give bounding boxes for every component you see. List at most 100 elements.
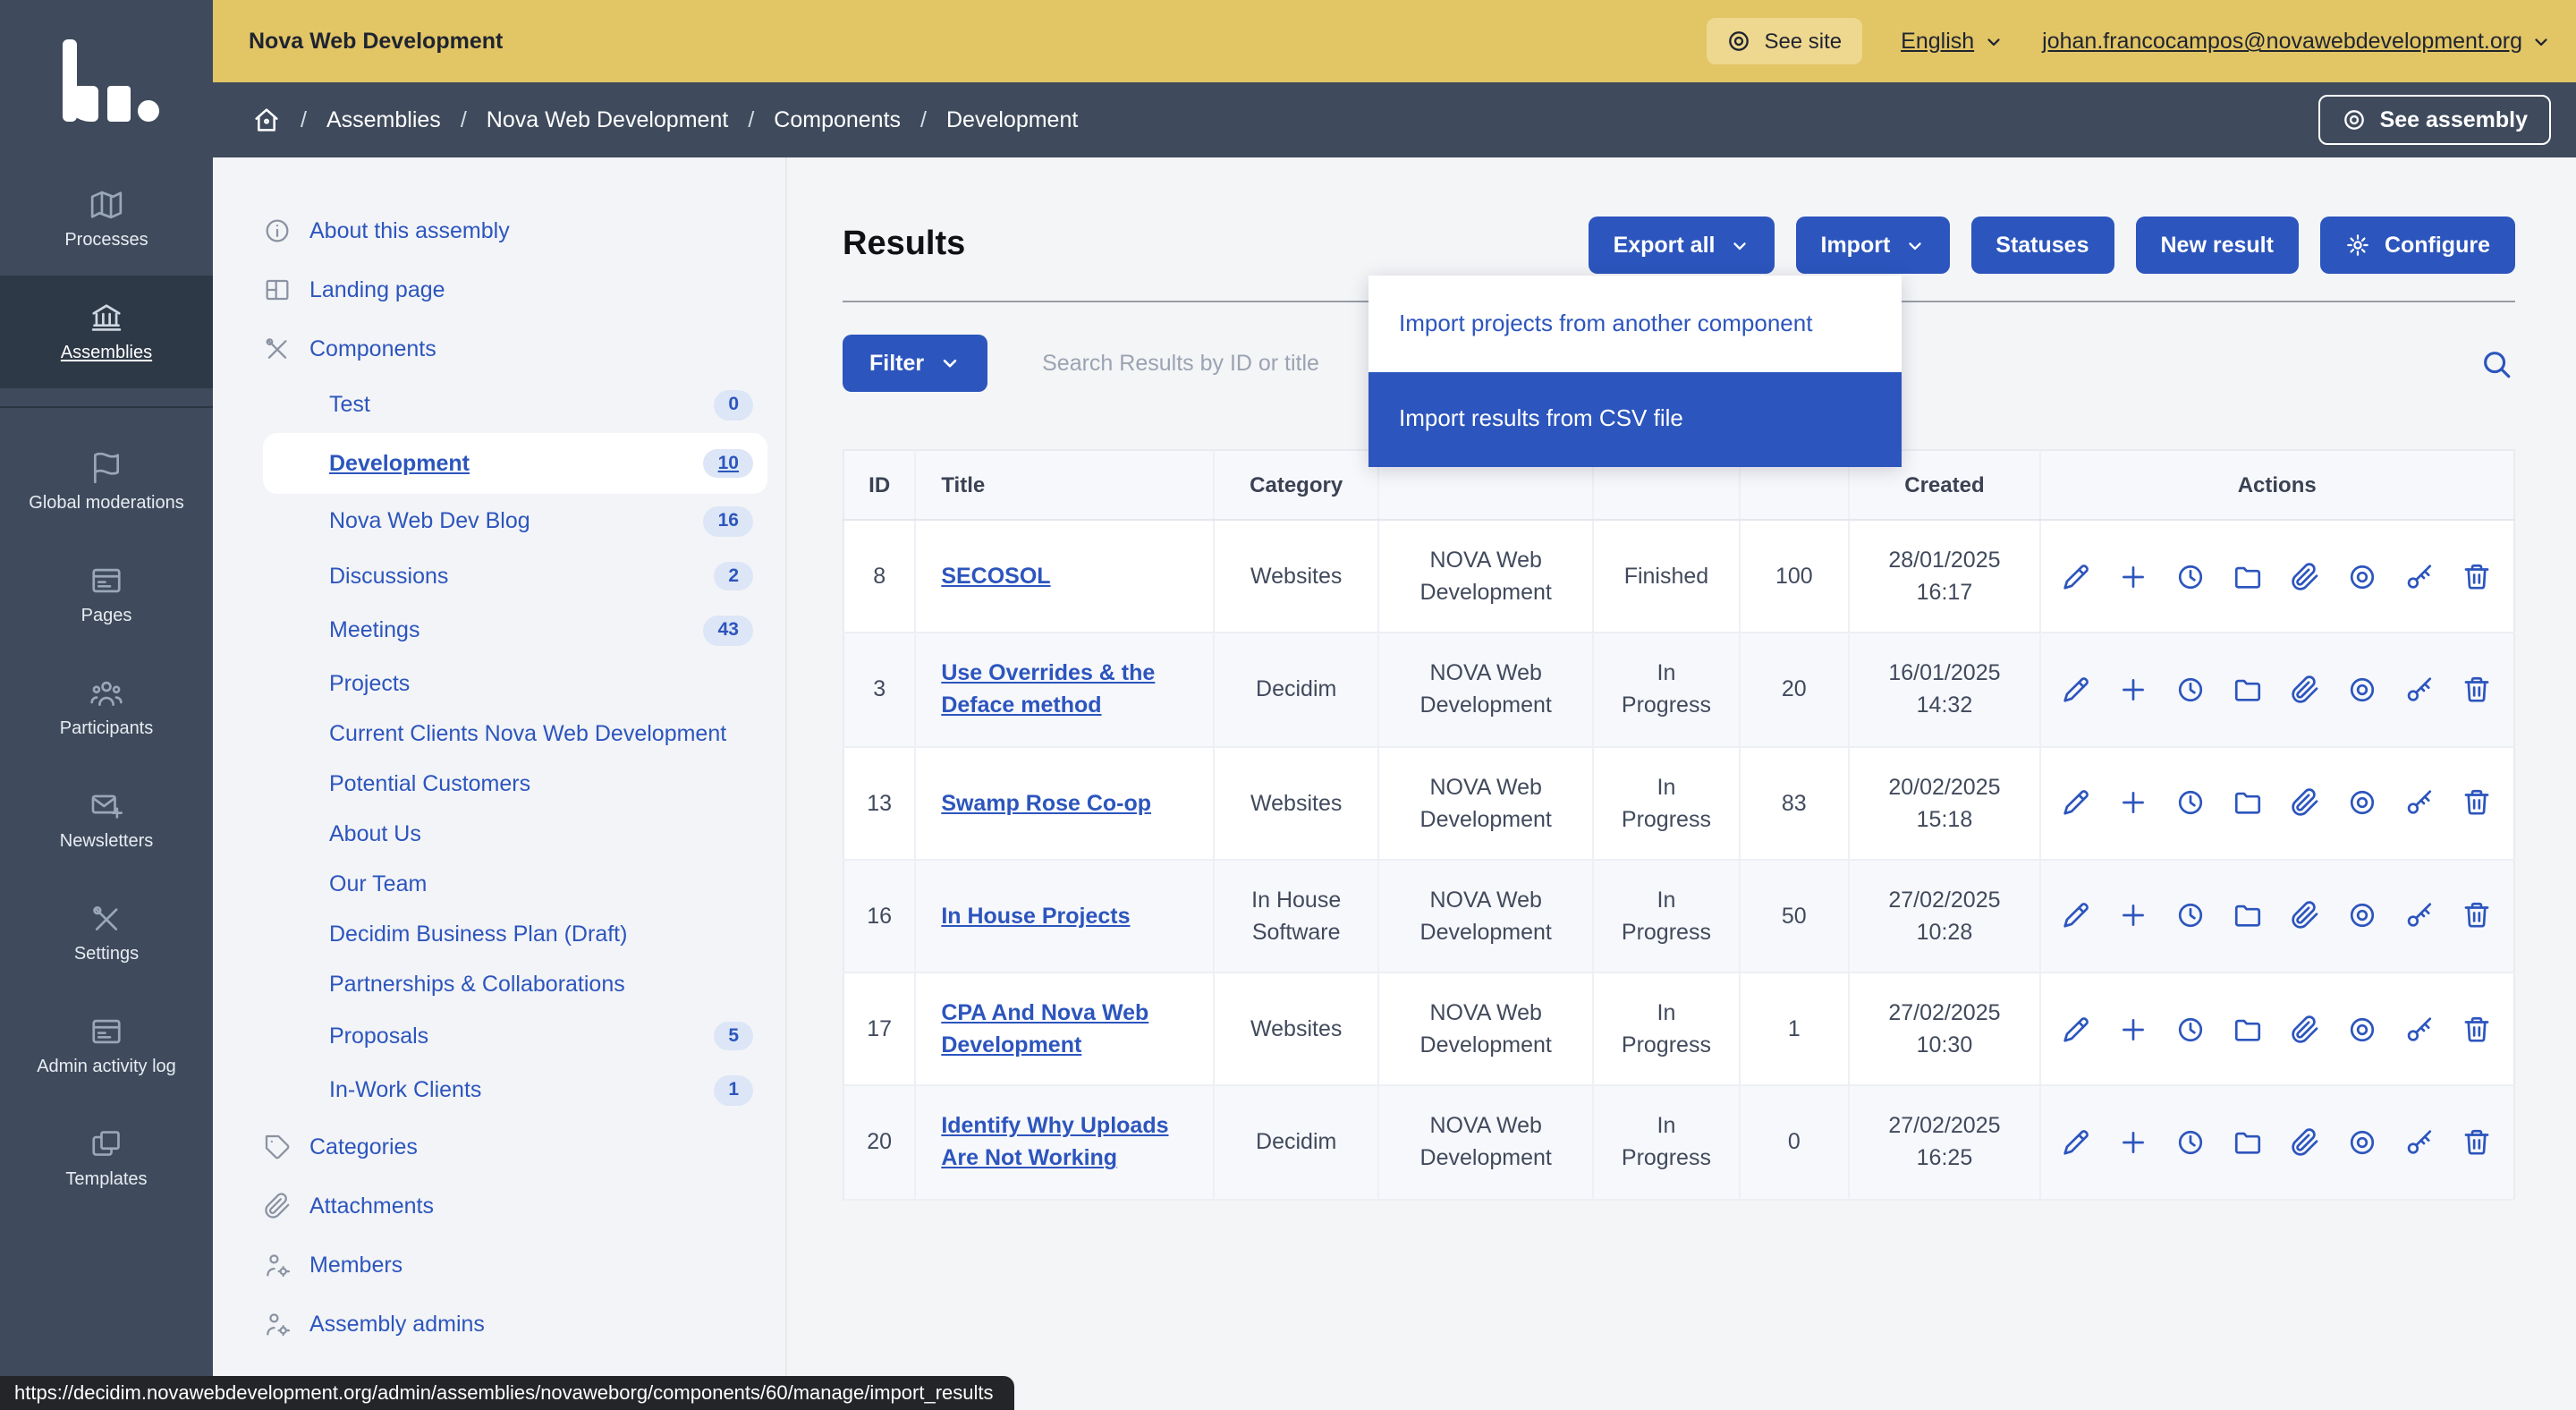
add-icon[interactable] [2119, 901, 2149, 931]
edit-icon[interactable] [2062, 901, 2092, 931]
history-icon[interactable] [2176, 787, 2207, 818]
history-icon[interactable] [2176, 675, 2207, 705]
new-result-button[interactable]: New result [2136, 217, 2299, 274]
permissions-icon[interactable] [2405, 561, 2436, 591]
import-menu-item[interactable]: Import results from CSV file [1368, 372, 1902, 467]
import-menu-item[interactable]: Import projects from another component [1368, 276, 1902, 372]
attachment-icon[interactable] [2291, 561, 2321, 591]
assembly-nav-attachments[interactable]: Attachments [263, 1176, 753, 1236]
assembly-nav-assembly-admins[interactable]: Assembly admins [263, 1295, 753, 1354]
delete-icon[interactable] [2462, 675, 2493, 705]
attachment-icon[interactable] [2291, 675, 2321, 705]
sidebar-item-processes[interactable]: Processes [0, 163, 213, 276]
preview-icon[interactable] [2348, 787, 2378, 818]
preview-icon[interactable] [2348, 675, 2378, 705]
attachment-icon[interactable] [2291, 1127, 2321, 1158]
attachment-icon[interactable] [2291, 1014, 2321, 1044]
edit-icon[interactable] [2062, 1127, 2092, 1158]
breadcrumb-item[interactable]: Components [774, 107, 901, 132]
delete-icon[interactable] [2462, 1127, 2493, 1158]
assembly-nav-decidim-business-plan-draft-[interactable]: Decidim Business Plan (Draft) [263, 908, 753, 958]
preview-icon[interactable] [2348, 561, 2378, 591]
delete-icon[interactable] [2462, 901, 2493, 931]
folder-icon[interactable] [2233, 1014, 2264, 1044]
sidebar-item-templates[interactable]: Templates [0, 1102, 213, 1215]
add-icon[interactable] [2119, 675, 2149, 705]
sidebar-item-participants[interactable]: Participants [0, 651, 213, 764]
statuses-button[interactable]: Statuses [1970, 217, 2114, 274]
add-icon[interactable] [2119, 1127, 2149, 1158]
result-link[interactable]: Identify Why Uploads Are Not Working [941, 1114, 1168, 1171]
assembly-nav-members[interactable]: Members [263, 1236, 753, 1295]
sidebar-item-assemblies[interactable]: Assemblies [0, 276, 213, 388]
assembly-nav-categories[interactable]: Categories [263, 1117, 753, 1176]
history-icon[interactable] [2176, 561, 2207, 591]
edit-icon[interactable] [2062, 561, 2092, 591]
history-icon[interactable] [2176, 901, 2207, 931]
permissions-icon[interactable] [2405, 1127, 2436, 1158]
preview-icon[interactable] [2348, 1014, 2378, 1044]
language-menu[interactable]: English [1901, 29, 2003, 54]
assembly-nav-landing-page[interactable]: Landing page [263, 259, 753, 319]
history-icon[interactable] [2176, 1014, 2207, 1044]
add-icon[interactable] [2119, 561, 2149, 591]
attachment-icon[interactable] [2291, 901, 2321, 931]
assembly-nav-in-work-clients[interactable]: In-Work Clients1 [263, 1063, 753, 1117]
breadcrumb-item[interactable]: Assemblies [326, 107, 441, 132]
sidebar-item-admin-activity-log[interactable]: Admin activity log [0, 990, 213, 1102]
export-all-button[interactable]: Export all [1589, 217, 1775, 274]
folder-icon[interactable] [2233, 561, 2264, 591]
sidebar-item-settings[interactable]: Settings [0, 877, 213, 990]
configure-button[interactable]: Configure [2320, 217, 2515, 274]
assembly-nav-development[interactable]: Development10 [263, 432, 767, 494]
permissions-icon[interactable] [2405, 675, 2436, 705]
assembly-nav-our-team[interactable]: Our Team [263, 858, 753, 908]
preview-icon[interactable] [2348, 1127, 2378, 1158]
assembly-nav-projects[interactable]: Projects [263, 658, 753, 708]
assembly-nav-proposals[interactable]: Proposals5 [263, 1008, 753, 1063]
filter-button[interactable]: Filter [843, 335, 987, 392]
history-icon[interactable] [2176, 1127, 2207, 1158]
home-icon[interactable] [252, 106, 281, 134]
delete-icon[interactable] [2462, 1014, 2493, 1044]
edit-icon[interactable] [2062, 675, 2092, 705]
edit-icon[interactable] [2062, 787, 2092, 818]
assembly-nav-partnerships-collaborations[interactable]: Partnerships & Collaborations [263, 958, 753, 1008]
permissions-icon[interactable] [2405, 787, 2436, 818]
sidebar-item-global-moderations[interactable]: Global moderations [0, 426, 213, 539]
permissions-icon[interactable] [2405, 1014, 2436, 1044]
preview-icon[interactable] [2348, 901, 2378, 931]
sidebar-item-newsletters[interactable]: Newsletters [0, 764, 213, 877]
import-button[interactable]: Import [1796, 217, 1950, 274]
folder-icon[interactable] [2233, 901, 2264, 931]
see-site-button[interactable]: See site [1707, 18, 1861, 64]
delete-icon[interactable] [2462, 561, 2493, 591]
folder-icon[interactable] [2233, 675, 2264, 705]
assembly-nav-nova-web-dev-blog[interactable]: Nova Web Dev Blog16 [263, 494, 753, 548]
add-icon[interactable] [2119, 787, 2149, 818]
add-icon[interactable] [2119, 1014, 2149, 1044]
breadcrumb-item[interactable]: Nova Web Development [487, 107, 729, 132]
result-link[interactable]: CPA And Nova Web Development [941, 1000, 1148, 1058]
assembly-nav-test[interactable]: Test0 [263, 378, 753, 432]
assembly-nav-about-this-assembly[interactable]: About this assembly [263, 200, 753, 259]
edit-icon[interactable] [2062, 1014, 2092, 1044]
result-link[interactable]: Use Overrides & the Deface method [941, 661, 1155, 718]
assembly-nav-current-clients-nova-web-development[interactable]: Current Clients Nova Web Development [263, 708, 753, 758]
result-link[interactable]: In House Projects [941, 904, 1130, 929]
attachment-icon[interactable] [2291, 787, 2321, 818]
result-link[interactable]: Swamp Rose Co-op [941, 790, 1151, 815]
folder-icon[interactable] [2233, 787, 2264, 818]
assembly-nav-discussions[interactable]: Discussions2 [263, 548, 753, 603]
assembly-nav-meetings[interactable]: Meetings43 [263, 603, 753, 658]
permissions-icon[interactable] [2405, 901, 2436, 931]
sidebar-item-pages[interactable]: Pages [0, 539, 213, 651]
see-assembly-button[interactable]: See assembly [2319, 95, 2551, 145]
assembly-nav-potential-customers[interactable]: Potential Customers [263, 758, 753, 808]
search-icon[interactable] [2479, 346, 2513, 380]
assembly-nav-about-us[interactable]: About Us [263, 808, 753, 858]
user-menu[interactable]: johan.francocampos@novawebdevelopment.or… [2042, 29, 2551, 54]
result-link[interactable]: SECOSOL [941, 564, 1050, 589]
delete-icon[interactable] [2462, 787, 2493, 818]
assembly-nav-components[interactable]: Components [263, 319, 753, 378]
